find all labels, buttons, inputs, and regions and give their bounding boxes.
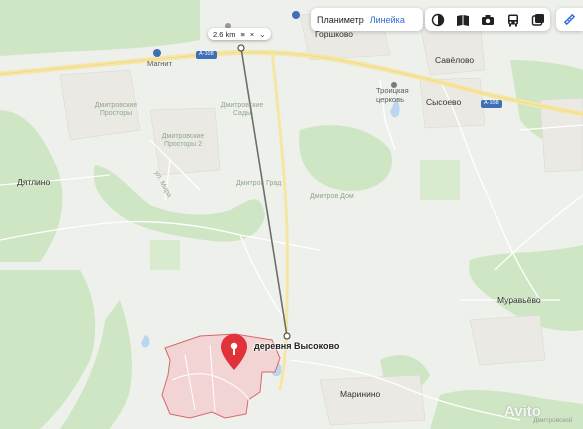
highway-shield: А-108 [481,100,502,108]
map-controls-toolbar [425,8,550,31]
place-label-muravyovo: Муравьёво [497,295,541,305]
camera-icon[interactable] [476,8,500,31]
ruler-tool-toggle[interactable] [556,8,583,31]
highway-shield: А-108 [196,51,217,59]
map-canvas[interactable] [0,0,583,429]
panorama-book-icon[interactable] [451,8,475,31]
place-label-dmitrov-grad: Дмитров Град [236,180,282,187]
ruler-button[interactable]: Линейка [370,15,411,25]
ruler-distance-pill: 2.6 km ≡ × ⌄ [208,28,271,40]
place-label-sysoevo: Сысоево [426,97,462,107]
place-label-savelovo: Савёлово [435,55,475,65]
poi-label-trinity-church: Троицкая церковь [376,86,409,104]
ruler-close-icon[interactable]: × [250,30,254,39]
ruler-start-point[interactable] [237,44,245,52]
ruler-menu-icon[interactable]: ≡ [241,30,245,39]
planimeter-button[interactable]: Планиметр [311,15,370,25]
ruler-distance-value: 2.6 km [213,29,236,39]
poi-label-magnit: Магнит [147,59,173,68]
place-label-vysokovo: деревня Высоково [254,341,340,351]
place-label-dyatlino: Дятлино [17,177,51,187]
measure-toolbar: Планиметр Линейка [311,8,423,31]
layers-icon[interactable] [426,8,450,31]
transport-overlay-icon[interactable] [526,8,550,31]
place-label-dmitrov-dom: Дмитров Дом [310,193,354,200]
bus-icon[interactable] [501,8,525,31]
place-label-dmitrov-prostory-2: Дмитровские Просторы 2 [161,133,205,149]
place-label-marinino: Маринино [340,389,381,399]
place-label-dmitrov-bottom: Дмитровский [533,417,573,424]
ruler-end-point[interactable] [283,332,291,340]
place-label-dmitrov-sady: Дмитровские Сады [220,102,264,118]
ruler-collapse-icon[interactable]: ⌄ [259,30,265,39]
location-pin-icon[interactable] [220,333,248,371]
ruler-icon [563,13,576,26]
place-label-gorshkovo: Горшково [315,29,353,39]
place-label-dmitrov-prostory: Дмитровские Просторы [94,102,138,118]
